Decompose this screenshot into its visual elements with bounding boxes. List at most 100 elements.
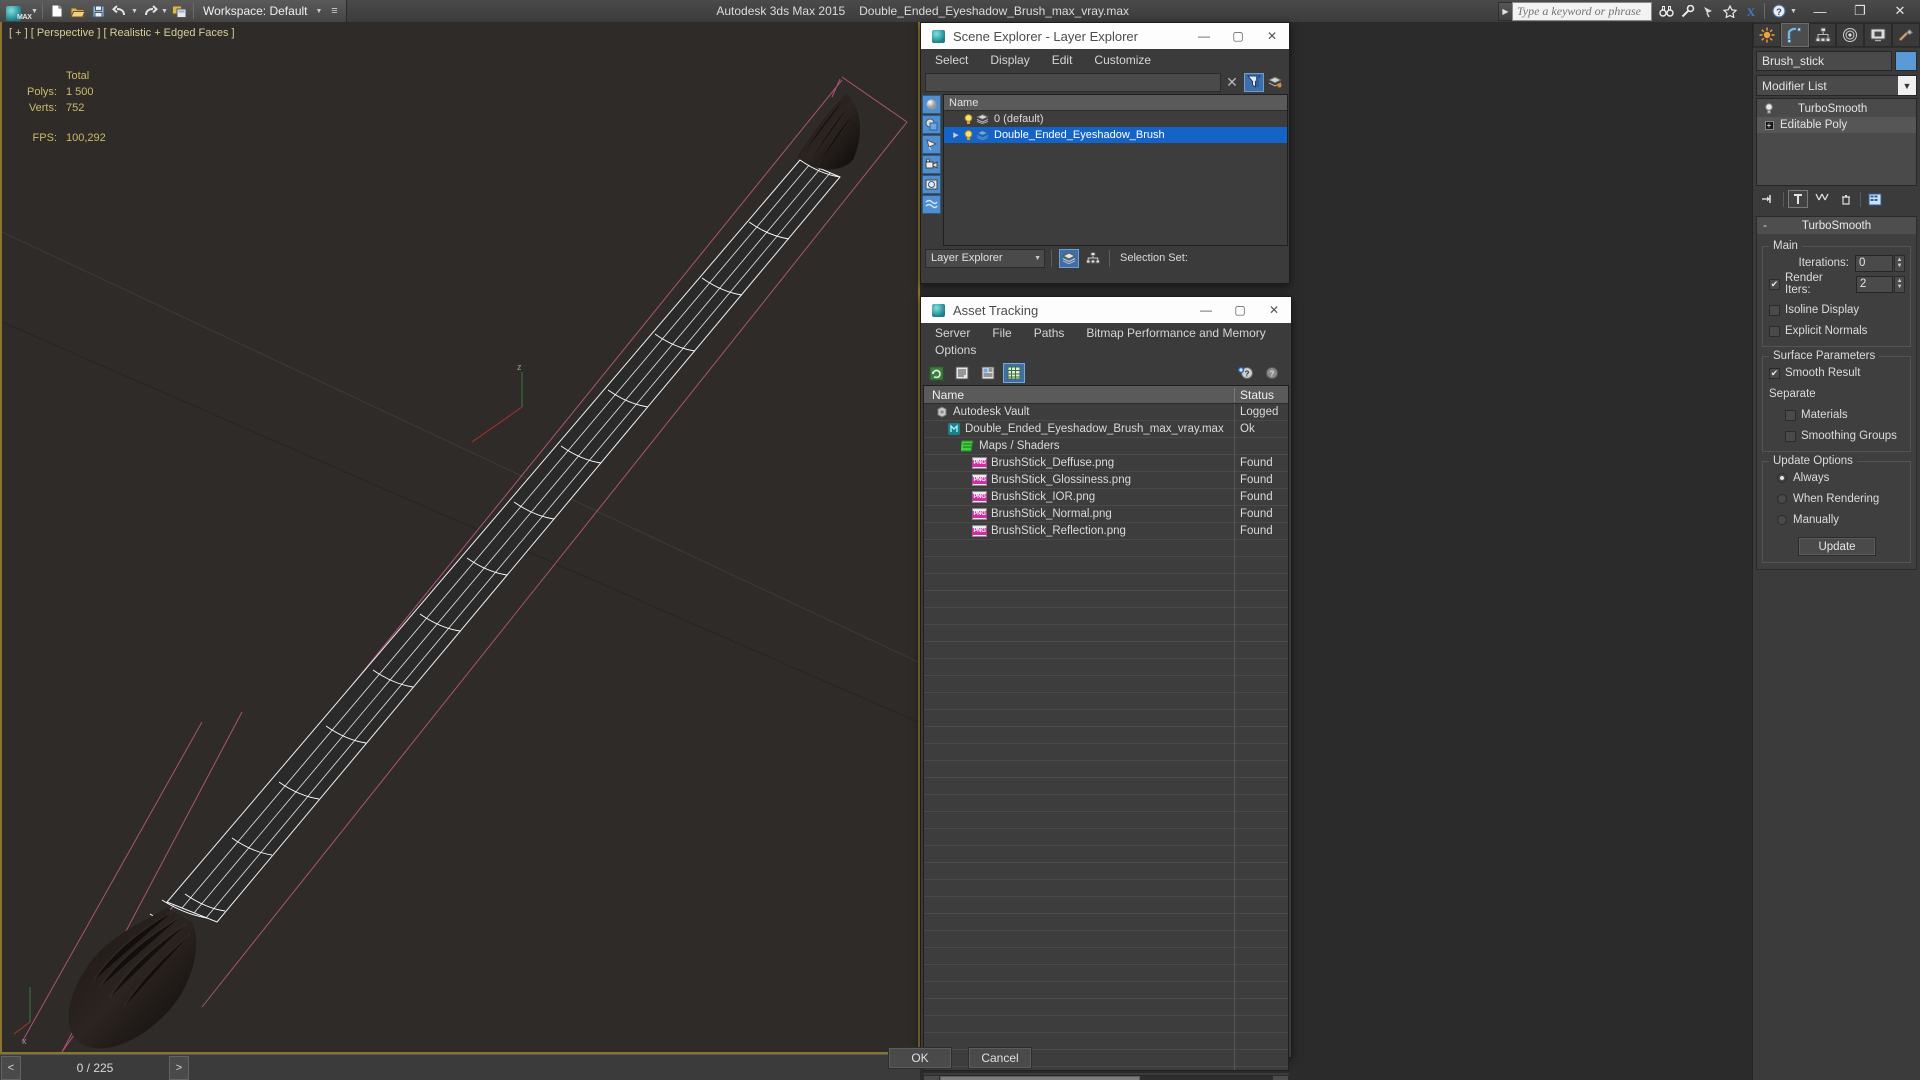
make-unique-icon[interactable] (1812, 190, 1832, 208)
detail-view-icon[interactable] (977, 363, 999, 383)
scene-explorer-layer-list[interactable]: Name 0 (default) ▶ Double_Ended_Eyeshado… (943, 94, 1288, 246)
separate-smoothing-groups-checkbox[interactable] (1785, 430, 1796, 442)
update-when-rendering-radio[interactable] (1777, 494, 1787, 504)
configure-modifier-sets-icon[interactable] (1865, 190, 1885, 208)
tab-display[interactable] (1864, 23, 1893, 47)
add-help-icon[interactable]: ? (1235, 363, 1257, 383)
minimize-button[interactable]: — (1800, 0, 1840, 22)
workspace-caret-icon[interactable]: ▼ (316, 8, 323, 15)
scene-explorer-maximize-button[interactable]: ▢ (1221, 23, 1255, 49)
object-color-swatch[interactable] (1895, 51, 1917, 71)
scene-explorer-title-bar[interactable]: Scene Explorer - Layer Explorer — ▢ ✕ (921, 23, 1289, 49)
update-always-radio[interactable] (1777, 473, 1787, 483)
remove-modifier-icon[interactable] (1836, 190, 1856, 208)
menu-server[interactable]: Server (935, 325, 970, 342)
pin-stack-icon[interactable] (1759, 190, 1779, 208)
light-bulb-icon[interactable] (962, 129, 975, 141)
new-file-icon[interactable] (46, 2, 67, 21)
render-iters-checkbox[interactable]: ✔ (1769, 278, 1780, 290)
menu-edit[interactable]: Edit (1052, 53, 1073, 67)
restore-button[interactable]: ❐ (1840, 0, 1880, 22)
menu-options[interactable]: Options (935, 342, 976, 359)
menu-file[interactable]: File (992, 325, 1011, 342)
modifier-stack-item-turbosmooth[interactable]: TurboSmooth (1757, 101, 1916, 117)
redo-icon[interactable] (139, 2, 160, 21)
explicit-normals-checkbox[interactable] (1769, 325, 1780, 337)
render-iters-spinner[interactable]: ▲ ▼ (1894, 275, 1906, 293)
plus-box-icon[interactable]: + (1761, 120, 1777, 130)
open-file-icon[interactable] (67, 2, 88, 21)
expand-arrow-icon[interactable]: ▶ (950, 131, 962, 139)
layer-mode-toggle-icon[interactable] (1059, 248, 1079, 268)
tab-create[interactable] (1753, 23, 1781, 47)
modifier-stack[interactable]: TurboSmooth + Editable Poly (1756, 98, 1917, 186)
menu-paths[interactable]: Paths (1034, 325, 1065, 342)
asset-row[interactable]: PNG BrushStick_Normal.png Found (924, 505, 1288, 523)
tab-motion[interactable] (1836, 23, 1865, 47)
favorites-star-icon[interactable] (1719, 1, 1740, 21)
perspective-viewport[interactable]: z x [ + ] [ Perspective ] [ Realistic + … (0, 22, 920, 1054)
scene-explorer-search-input[interactable] (925, 72, 1221, 92)
render-iters-input[interactable]: 2 (1855, 275, 1894, 293)
scene-explorer-close-button[interactable]: ✕ (1255, 23, 1289, 49)
hierarchy-mode-icon[interactable] (1083, 249, 1103, 268)
modifier-list-dropdown[interactable]: Modifier List ▼ (1756, 75, 1917, 96)
modifier-stack-item-editable-poly[interactable]: + Editable Poly (1757, 117, 1916, 133)
tab-utilities[interactable] (1892, 23, 1920, 47)
filter-spacewarps-icon[interactable] (922, 195, 941, 214)
asset-tracking-minimize-button[interactable]: — (1189, 297, 1223, 323)
save-file-icon[interactable] (88, 2, 109, 21)
layer-list-header[interactable]: Name (944, 95, 1287, 111)
asset-row[interactable]: Maps / Shaders (924, 437, 1288, 455)
search-expand-icon[interactable]: ▶ (1498, 1, 1512, 21)
layer-filter-icon[interactable] (1265, 73, 1285, 92)
smooth-result-checkbox[interactable]: ✔ (1769, 367, 1780, 379)
tab-hierarchy[interactable] (1808, 23, 1837, 47)
filter-selection-icon[interactable] (1244, 72, 1264, 92)
filter-cameras-icon[interactable] (922, 155, 941, 174)
rollout-header[interactable]: - TurboSmooth (1757, 217, 1916, 234)
column-header-status[interactable]: Status (1234, 387, 1288, 402)
asset-tracking-table[interactable]: Name Status Autodesk Vault Logged Double… (923, 385, 1289, 1071)
update-button[interactable]: Update (1798, 537, 1876, 556)
undo-dropdown-icon[interactable]: ▼ (130, 2, 139, 21)
rollout-collapse-icon[interactable]: - (1757, 220, 1773, 232)
search-magnifier-icon[interactable] (1677, 1, 1698, 21)
menu-bitmap-performance[interactable]: Bitmap Performance and Memory (1086, 325, 1265, 342)
menu-select[interactable]: Select (935, 53, 968, 67)
subscription-dish-icon[interactable] (1698, 1, 1719, 21)
object-name-input[interactable]: Brush_stick (1756, 51, 1892, 71)
help-dropdown-icon[interactable]: ▼ (1789, 2, 1798, 21)
menu-display[interactable]: Display (990, 53, 1029, 67)
exchange-x-icon[interactable]: X (1740, 1, 1761, 21)
asset-row[interactable]: PNG BrushStick_Deffuse.png Found (924, 454, 1288, 472)
set-project-folder-icon[interactable] (169, 2, 190, 21)
layer-row-selected[interactable]: ▶ Double_Ended_Eyeshadow_Brush (944, 127, 1287, 143)
asset-tracking-maximize-button[interactable]: ▢ (1223, 297, 1257, 323)
clear-search-icon[interactable]: ✕ (1221, 74, 1243, 91)
asset-row[interactable]: Double_Ended_Eyeshadow_Brush_max_vray.ma… (924, 420, 1288, 438)
help-question-icon[interactable]: ? (1261, 363, 1283, 383)
filter-helpers-icon[interactable] (922, 175, 941, 194)
asset-row[interactable]: Autodesk Vault Logged (924, 403, 1288, 421)
asset-row[interactable]: PNG BrushStick_IOR.png Found (924, 488, 1288, 506)
ok-button[interactable]: OK (888, 1047, 952, 1069)
iterations-spinner[interactable]: ▲ ▼ (1894, 254, 1905, 272)
separate-materials-checkbox[interactable] (1785, 409, 1796, 421)
show-end-result-icon[interactable] (1788, 190, 1808, 208)
refresh-icon[interactable] (925, 363, 947, 383)
asset-row[interactable]: PNG BrushStick_Glossiness.png Found (924, 471, 1288, 489)
column-header-name[interactable]: Name (924, 388, 1234, 402)
search-input[interactable] (1512, 1, 1652, 21)
menu-customize[interactable]: Customize (1094, 53, 1151, 67)
chevron-down-icon[interactable]: ▼ (1898, 76, 1916, 95)
filter-shapes-icon[interactable] (922, 115, 941, 134)
close-button[interactable]: ✕ (1880, 0, 1920, 22)
isoline-display-checkbox[interactable] (1769, 304, 1780, 316)
light-bulb-icon[interactable] (962, 113, 975, 125)
workspace-overflow-icon[interactable]: ≡ (326, 6, 342, 17)
update-manually-radio[interactable] (1777, 515, 1787, 525)
filter-lights-icon[interactable] (922, 135, 941, 154)
table-view-icon[interactable] (1003, 363, 1025, 383)
tab-modify[interactable] (1780, 23, 1809, 47)
